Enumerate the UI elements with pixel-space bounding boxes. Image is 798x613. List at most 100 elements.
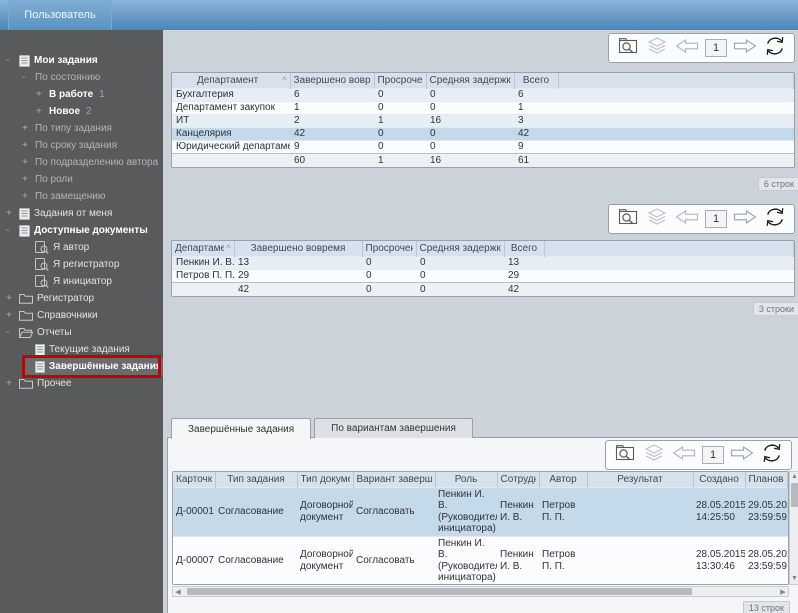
tab-completed-tasks[interactable]: Завершённые задания <box>171 418 312 439</box>
sidebar: - Мои задания - По состоянию + В работе 1 + Ново… <box>0 30 163 613</box>
sidebar-item-po-roli[interactable]: + По роли <box>0 171 163 188</box>
layers-button[interactable] <box>645 35 669 62</box>
column-header[interactable]: Средняя задержка (ч) <box>426 73 515 88</box>
collapse-icon[interactable]: - <box>6 55 19 66</box>
table-row[interactable]: Юридический департамент9009 <box>172 139 794 153</box>
preview-button[interactable] <box>613 442 637 469</box>
sidebar-item-po-zameshcheniyu[interactable]: + По замещению <box>0 188 163 205</box>
refresh-button[interactable] <box>760 442 784 469</box>
sidebar-item-po-sostoyaniyu[interactable]: - По состоянию <box>0 69 163 86</box>
column-header[interactable]: Результат <box>587 472 694 487</box>
layers-button[interactable] <box>642 442 666 469</box>
next-page-button[interactable] <box>729 443 755 468</box>
table-row[interactable]: ИТ 2 1 16 3 <box>172 113 794 127</box>
preview-button[interactable] <box>616 35 640 62</box>
sidebar-item-spravochniki[interactable]: + Справочники <box>0 307 163 324</box>
column-header[interactable]: Вариант завершения <box>353 472 436 487</box>
table-row[interactable]: Бухгалтерия 6 0 0 6 <box>172 87 794 101</box>
column-header[interactable]: Просрочено <box>374 73 427 88</box>
sidebar-item-ya-registrator[interactable]: Я регистратор <box>0 256 163 273</box>
table-row[interactable]: Канцелярия 42 0 0 42 <box>172 126 794 140</box>
expand-icon[interactable]: + <box>6 310 19 321</box>
column-header[interactable]: Департамент^ <box>172 241 235 256</box>
sidebar-item-count: 2 <box>86 106 92 117</box>
horizontal-scrollbar[interactable]: ◀ ▶ <box>172 586 789 597</box>
v-scroll-thumb[interactable] <box>791 483 798 507</box>
next-page-button[interactable] <box>732 207 758 232</box>
table-row[interactable]: Д-00001 Согласование Договорной документ Со… <box>173 486 788 536</box>
collapse-icon[interactable]: - <box>6 327 19 338</box>
column-header[interactable]: Тип документа <box>297 472 354 487</box>
expand-icon[interactable]: + <box>22 123 35 134</box>
sidebar-item-ya-initsiator[interactable]: Я инициатор <box>0 273 163 290</box>
sidebar-item-zavershennye-zadaniya[interactable]: Завершённые задания <box>0 355 163 378</box>
column-header[interactable]: Всего <box>514 73 559 88</box>
column-header[interactable]: Просрочено <box>362 241 417 256</box>
page-number-input[interactable]: 1 <box>705 210 727 228</box>
column-header[interactable]: Средняя задержка (ч) <box>416 241 505 256</box>
scroll-right-icon[interactable]: ▶ <box>778 588 788 596</box>
expand-icon[interactable]: + <box>22 157 35 168</box>
sidebar-item-prochee[interactable]: + Прочее <box>0 375 163 392</box>
expand-icon[interactable]: + <box>22 191 35 202</box>
scroll-left-icon[interactable]: ◀ <box>173 588 183 596</box>
expand-icon[interactable]: + <box>6 208 19 219</box>
expand-icon[interactable]: + <box>22 140 35 151</box>
expand-icon[interactable]: + <box>6 293 19 304</box>
preview-button[interactable] <box>616 206 640 233</box>
table-row[interactable]: Петров П. П. 29 0 0 29 <box>172 268 794 282</box>
column-header[interactable]: Департамент^ <box>172 73 291 88</box>
tab-by-completion-variant[interactable]: По вариантам завершения <box>314 418 473 438</box>
column-header[interactable]: Автор <box>539 472 588 487</box>
refresh-button[interactable] <box>763 206 787 233</box>
column-header[interactable]: Сотрудник <box>497 472 540 487</box>
column-header[interactable]: Завершено вовремя <box>290 73 375 88</box>
table-cell: 6 <box>290 87 374 101</box>
table-row[interactable]: Д-00007 Согласование Договорной документ Со… <box>173 535 788 584</box>
sidebar-item-dostupnye-dokumenty[interactable]: - Доступные документы <box>0 222 163 239</box>
column-header[interactable]: Всего <box>504 241 545 256</box>
column-header[interactable]: Создано <box>693 472 746 487</box>
h-scroll-track[interactable] <box>183 587 778 596</box>
sidebar-item-po-sroku-zadaniya[interactable]: + По сроку задания <box>0 137 163 154</box>
column-header[interactable]: Карточка <box>173 472 216 487</box>
next-page-button[interactable] <box>732 36 758 61</box>
collapse-icon[interactable]: - <box>6 225 19 236</box>
refresh-button[interactable] <box>763 35 787 62</box>
sidebar-item-ya-avtor[interactable]: Я автор <box>0 239 163 256</box>
ribbon-tab-user[interactable]: Пользователь <box>8 0 112 30</box>
page-number-input[interactable]: 1 <box>702 446 724 464</box>
scroll-up-icon[interactable]: ▲ <box>791 472 798 482</box>
scroll-down-icon[interactable]: ▼ <box>791 574 798 584</box>
column-header[interactable]: Тип задания <box>215 472 298 487</box>
sidebar-item-moi-zadaniya[interactable]: - Мои задания <box>0 52 163 69</box>
column-header[interactable]: Завершено вовремя <box>234 241 363 256</box>
layers-button[interactable] <box>645 206 669 233</box>
expand-icon[interactable]: + <box>36 89 49 100</box>
sidebar-item-v-rabote[interactable]: + В работе 1 <box>0 86 163 103</box>
sidebar-item-tekushchie-zadaniya[interactable]: Текущие задания <box>0 341 163 358</box>
expand-icon[interactable]: + <box>6 378 19 389</box>
table-row[interactable]: Пенкин И. В. 13 0 0 13 <box>172 255 794 269</box>
sidebar-item-registrator[interactable]: + Регистратор <box>0 290 163 307</box>
sidebar-item-zadaniya-ot-menya[interactable]: + Задания от меня <box>0 205 163 222</box>
prev-page-button[interactable] <box>674 207 700 232</box>
expand-icon[interactable]: + <box>36 106 49 117</box>
table-cell: 29.05.2015 23:59:59 <box>745 486 788 536</box>
sidebar-item-po-tipu-zadaniya[interactable]: + По типу задания <box>0 120 163 137</box>
table-row[interactable]: Департамент закупок 1 0 0 1 <box>172 100 794 114</box>
page-number-input[interactable]: 1 <box>705 39 727 57</box>
h-scroll-thumb[interactable] <box>187 588 692 595</box>
column-header[interactable]: Роль <box>435 472 498 487</box>
row-count-badge: 13 строк <box>742 601 790 613</box>
prev-page-button[interactable] <box>671 443 697 468</box>
sidebar-item-otchety[interactable]: - Отчеты <box>0 324 163 341</box>
expand-icon[interactable]: + <box>22 174 35 185</box>
prev-page-button[interactable] <box>674 36 700 61</box>
collapse-icon[interactable]: - <box>22 72 35 83</box>
sidebar-item-novoe[interactable]: + Новое 2 <box>0 103 163 120</box>
column-header[interactable]: Плановая <box>745 472 788 487</box>
sidebar-item-po-podrazdeleniyu-avtora[interactable]: + По подразделению автора <box>0 154 163 171</box>
table-header-row: Департамент^Завершено вовремяПросроченоС… <box>172 241 794 256</box>
vertical-scrollbar[interactable]: ▲ ▼ <box>789 471 798 585</box>
